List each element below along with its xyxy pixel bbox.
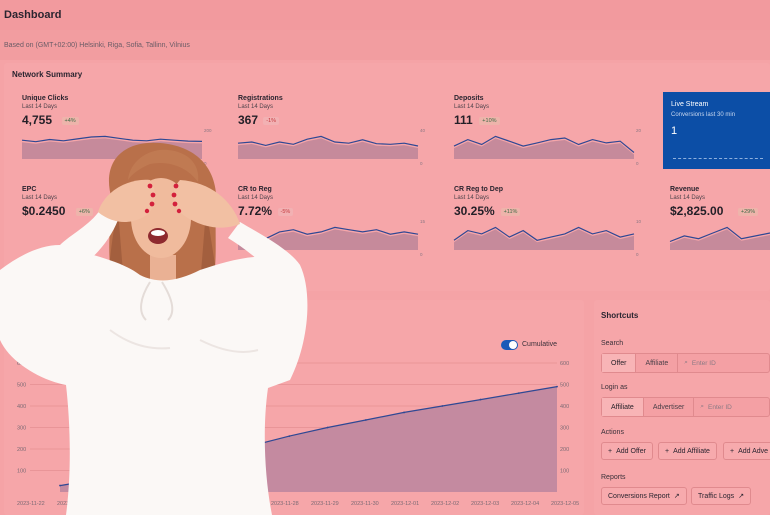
login-id-placeholder: Enter ID — [708, 403, 732, 411]
search-segment: Offer Affiliate ⌕ Enter ID — [601, 353, 770, 373]
sparkline-area — [454, 229, 634, 250]
metric-change-badge: -5% — [277, 208, 294, 216]
sparkline-area — [670, 229, 770, 250]
metric-period: Last 14 Days — [454, 195, 490, 201]
cumulative-toggle[interactable] — [501, 340, 518, 350]
legend-label: Conversions — [40, 345, 79, 352]
cumulative-label: Cumulative — [522, 341, 558, 348]
metric-value: 111 — [454, 113, 473, 127]
metric-value: 4,755 — [22, 113, 53, 127]
metric-period: Last 14 Days — [238, 195, 274, 201]
traffic-logs-label: Traffic Logs — [698, 492, 735, 500]
metric-card: Registrations Last 14 Days 367 -1% 40 0 — [237, 95, 428, 175]
metric-change-badge: +10% — [479, 117, 500, 125]
metric-label: Registrations — [238, 95, 283, 102]
external-link-icon: ↗ — [738, 493, 745, 500]
metric-label: CR to Reg — [238, 186, 272, 193]
add-affiliate-button[interactable]: + Add Affiliate — [658, 442, 717, 460]
metric-period: Last 14 Days — [238, 104, 274, 110]
add-advertiser-label: Add Adve — [738, 447, 769, 455]
sparkline — [21, 135, 203, 159]
metric-label: Deposits — [454, 95, 484, 102]
sparkline — [669, 226, 770, 250]
shortcuts-title: Shortcuts — [601, 311, 639, 320]
live-stream-card[interactable]: Live Stream Conversions last 30 min 1 — [663, 92, 770, 169]
sparkline — [237, 226, 419, 250]
sparkline-area — [22, 138, 202, 159]
conversions-report-button[interactable]: Conversions Report ↗ — [601, 487, 687, 505]
metric-change-badge: +6% — [75, 208, 93, 216]
metric-period: Last 14 Days — [22, 195, 58, 201]
toggle-knob — [509, 341, 517, 349]
login-as-label: Login as — [601, 384, 628, 391]
search-option-offer[interactable]: Offer — [602, 354, 637, 372]
search-icon: ⌕ — [684, 359, 688, 366]
conversions-report-label: Conversions Report — [608, 492, 670, 500]
metric-card: EPC Last 14 Days $0.2450 +6% — [22, 186, 212, 266]
login-option-affiliate[interactable]: Affiliate — [602, 398, 644, 416]
search-icon: ⌕ — [700, 403, 704, 410]
reports-label: Reports — [601, 474, 626, 481]
search-input[interactable]: ⌕ Enter ID — [678, 359, 715, 367]
metric-value: 7.72% — [238, 204, 273, 218]
search-placeholder: Enter ID — [691, 359, 716, 367]
metric-period: Last 14 Days — [454, 104, 490, 110]
sparkline — [453, 226, 635, 250]
sparkline-area — [238, 229, 418, 250]
live-stream-subtitle: Conversions last 30 min — [671, 112, 736, 118]
sparkline — [453, 135, 635, 159]
page-title: Dashboard — [4, 9, 62, 21]
add-affiliate-label: Add Affiliate — [673, 447, 710, 455]
metric-period: Last 14 Days — [670, 195, 706, 201]
metric-label: CR Reg to Dep — [454, 186, 503, 193]
live-stream-baseline — [673, 158, 763, 159]
search-option-affiliate[interactable]: Affiliate — [636, 354, 679, 372]
metric-change-badge: +4% — [61, 117, 79, 125]
metric-value: $0.2450 — [22, 204, 66, 218]
top-bar — [0, 0, 770, 30]
traffic-logs-button[interactable]: Traffic Logs ↗ — [691, 487, 752, 505]
metric-label: EPC — [22, 186, 37, 193]
metric-label: Unique Clicks — [22, 95, 69, 102]
metric-card: CR Reg to Dep Last 14 Days 30.25% +11% 10 0 — [453, 186, 644, 266]
search-label: Search — [601, 340, 624, 347]
legend-dot — [31, 346, 36, 351]
external-link-icon: ↗ — [673, 493, 680, 500]
add-offer-label: Add Offer — [616, 447, 646, 455]
login-id-input[interactable]: ⌕ Enter ID — [694, 403, 731, 411]
metric-change-badge: +11% — [500, 208, 521, 216]
login-option-advertiser[interactable]: Advertiser — [644, 398, 695, 416]
metric-card: CR to Reg Last 14 Days 7.72% -5% 15 0 — [237, 186, 428, 266]
metric-card: Revenue Last 14 Days $2,825.00 +29% — [669, 186, 770, 266]
add-offer-button[interactable]: + Add Offer — [601, 442, 653, 460]
metric-change-badge: +29% — [737, 208, 759, 216]
plus-icon: + — [608, 447, 613, 455]
actions-label: Actions — [601, 429, 624, 436]
live-stream-count: 1 — [671, 125, 678, 137]
plus-icon: + — [730, 447, 735, 455]
sparkline-area — [238, 138, 418, 159]
metric-label: Revenue — [670, 186, 700, 193]
conversions-chart-panel — [4, 300, 584, 515]
metric-value: 367 — [238, 113, 259, 127]
network-summary-title: Network Summary — [12, 70, 83, 79]
metric-card: Unique Clicks Last 14 Days 4,755 +4% 200 0 — [21, 95, 212, 175]
metric-period: Last 14 Days — [22, 104, 58, 110]
metric-value: $2,825.00 — [670, 204, 724, 218]
metric-change-badge: -1% — [263, 117, 280, 125]
metric-card: Deposits Last 14 Days 111 +10% 20 0 — [453, 95, 644, 175]
add-advertiser-button[interactable]: + Add Adve — [723, 442, 770, 460]
live-stream-title: Live Stream — [671, 101, 709, 108]
sparkline — [237, 135, 419, 159]
timezone-note: Based on (GMT+02:00) Helsinki, Riga, Sof… — [4, 42, 190, 49]
metric-value: 30.25% — [454, 204, 495, 218]
plus-icon: + — [665, 447, 670, 455]
login-as-segment: Affiliate Advertiser ⌕ Enter ID — [601, 397, 770, 417]
